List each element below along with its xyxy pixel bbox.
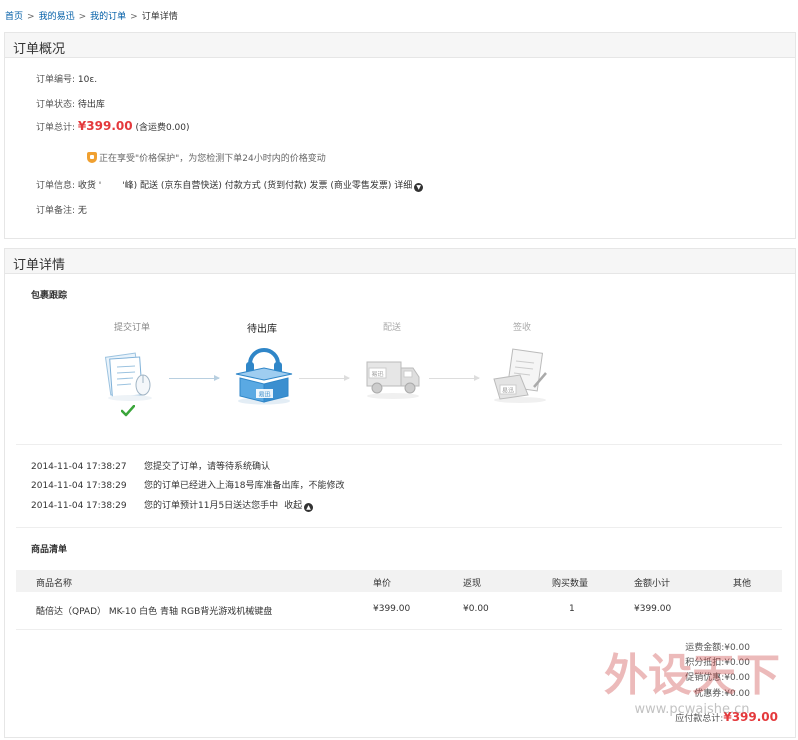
- product-price: ¥399.00: [373, 604, 411, 614]
- column-header-price: 单价: [373, 579, 392, 589]
- svg-text:易迅: 易迅: [258, 391, 270, 399]
- order-status-value: 待出库: [77, 100, 105, 110]
- panel-header: [5, 249, 795, 274]
- summary-row-shipping: 运费金额:¥0.00: [685, 640, 750, 653]
- panel-header: [5, 33, 795, 58]
- breadcrumb-my-yixun-link[interactable]: 我的易迅: [39, 12, 75, 22]
- product-subtotal: ¥399.00: [634, 604, 672, 614]
- section-divider: [16, 444, 782, 445]
- order-status-label: 订单状态:: [36, 100, 76, 110]
- order-remark-row: 订单备注: 无: [36, 203, 87, 216]
- order-remark-value: 无: [77, 206, 87, 216]
- breadcrumb-current: 订单详情: [141, 12, 178, 22]
- price-protect-row: 正在享受"价格保护"，为您检测下单24小时内的价格变动: [87, 151, 326, 164]
- order-number-value: 10ε.: [77, 75, 98, 85]
- log-time: 2014-11-04 17:38:29: [31, 501, 127, 511]
- summary-value: ¥0.00: [724, 689, 750, 699]
- chevron-up-icon[interactable]: ▲: [304, 503, 314, 512]
- log-text: 您的订单已经进入上海18号库准备出库，不能修改: [144, 481, 345, 491]
- product-name-link[interactable]: 酷倍达（QPAD） MK-10 白色 青轴 RGB背光游戏机械键盘: [36, 604, 272, 617]
- chevron-down-icon[interactable]: ▼: [414, 183, 424, 192]
- column-header-other: 其他: [733, 579, 752, 589]
- order-info-text: 收货 ' '峰) 配送 (京东自营快送) 付款方式 (货到付款) 发票 (商业零…: [77, 181, 413, 191]
- column-header-cashback: 返现: [463, 579, 482, 589]
- order-number-row: 订单编号: 10ε.: [36, 72, 97, 85]
- column-header-subtotal: 金额小计: [634, 579, 671, 589]
- tracking-log-row: 2014-11-04 17:38:29 您的订单已经进入上海18号库准备出库，不能…: [31, 478, 344, 491]
- shield-icon: [87, 152, 97, 163]
- signed-receipt-icon: 易迅: [493, 348, 547, 403]
- order-total-value: ¥399.00: [77, 119, 133, 133]
- log-text: 您提交了订单，请等待系统确认: [144, 462, 271, 472]
- order-remark-label: 订单备注:: [36, 206, 76, 216]
- product-cashback: ¥0.00: [463, 604, 489, 614]
- log-time: 2014-11-04 17:38:27: [31, 462, 127, 472]
- breadcrumb-my-orders-link[interactable]: 我的订单: [90, 12, 126, 22]
- summary-row-promo: 促销优惠:¥0.00: [685, 670, 750, 683]
- breadcrumb-home-link[interactable]: 首页: [5, 12, 23, 22]
- step-arrow: [299, 375, 350, 381]
- product-quantity: 1: [569, 604, 575, 614]
- summary-label: 优惠券:: [694, 689, 725, 699]
- tracking-title: 包裹跟踪: [31, 291, 68, 301]
- summary-label: 积分抵扣:: [685, 658, 725, 668]
- summary-value: ¥0.00: [724, 673, 750, 683]
- step-label-awaiting: 待出库: [247, 324, 277, 335]
- price-protect-note: 正在享受"价格保护"，为您检测下单24小时内的价格变动: [99, 154, 326, 164]
- svg-text:易迅: 易迅: [502, 387, 514, 395]
- breadcrumb-separator: >: [130, 12, 138, 22]
- log-text: 您的订单预计11月5日送达您手中: [144, 501, 279, 511]
- order-total-label: 订单总计:: [36, 123, 76, 133]
- collapse-link[interactable]: 收起: [284, 501, 302, 511]
- breadcrumb-separator: >: [27, 12, 35, 22]
- step-arrow: [169, 375, 220, 381]
- order-info-label: 订单信息:: [36, 181, 76, 191]
- log-time: 2014-11-04 17:38:29: [31, 481, 127, 491]
- order-status-row: 订单状态: 待出库: [36, 97, 105, 110]
- svg-text:易迅: 易迅: [371, 370, 383, 378]
- order-number-label: 订单编号:: [36, 75, 76, 85]
- payable-label: 应付款总计:: [675, 714, 724, 724]
- order-overview-title: 订单概况: [13, 42, 66, 57]
- step-arrow: [429, 375, 480, 381]
- delivery-truck-icon: 易迅: [366, 361, 420, 399]
- order-overview-panel: 订单概况 订单编号: 10ε. 订单状态: 待出库 订单总计: ¥399.00 …: [4, 32, 796, 239]
- breadcrumb-separator: >: [78, 12, 87, 22]
- column-header-quantity: 购买数量: [552, 579, 589, 589]
- step-label-signed: 签收: [512, 323, 531, 333]
- summary-value: ¥0.00: [724, 643, 750, 653]
- warehouse-box-icon: 易迅: [235, 348, 293, 405]
- summary-row-points: 积分抵扣:¥0.00: [685, 655, 750, 668]
- summary-label: 促销优惠:: [685, 673, 725, 683]
- summary-row-coupon: 优惠券:¥0.00: [694, 686, 750, 699]
- payable-total-row: 应付款总计:¥399.00: [675, 710, 778, 724]
- breadcrumb: 首页 > 我的易迅 > 我的订单 > 订单详情: [5, 9, 178, 22]
- step-label-submit: 提交订单: [113, 323, 150, 333]
- items-title: 商品清单: [31, 545, 68, 555]
- step-label-delivery: 配送: [382, 323, 401, 333]
- order-total-row: 订单总计: ¥399.00 (含运费0.00): [36, 119, 190, 133]
- order-detail-title: 订单详情: [13, 258, 66, 273]
- tracking-log-row: 2014-11-04 17:38:27 您提交了订单，请等待系统确认: [31, 459, 270, 472]
- payable-value: ¥399.00: [723, 710, 778, 724]
- summary-value: ¥0.00: [724, 658, 750, 668]
- section-divider: [16, 527, 782, 528]
- submit-order-icon: [104, 352, 152, 401]
- summary-label: 运费金额:: [685, 643, 725, 653]
- check-icon: [121, 405, 135, 417]
- section-divider: [16, 629, 782, 630]
- column-header-name: 商品名称: [36, 579, 73, 589]
- order-info-row: 订单信息: 收货 ' '峰) 配送 (京东自营快送) 付款方式 (货到付款) 发…: [36, 178, 424, 192]
- tracking-log-row: 2014-11-04 17:38:29 您的订单预计11月5日送达您手中 收起 ▲: [31, 498, 314, 512]
- shipping-note: (含运费0.00): [135, 123, 190, 133]
